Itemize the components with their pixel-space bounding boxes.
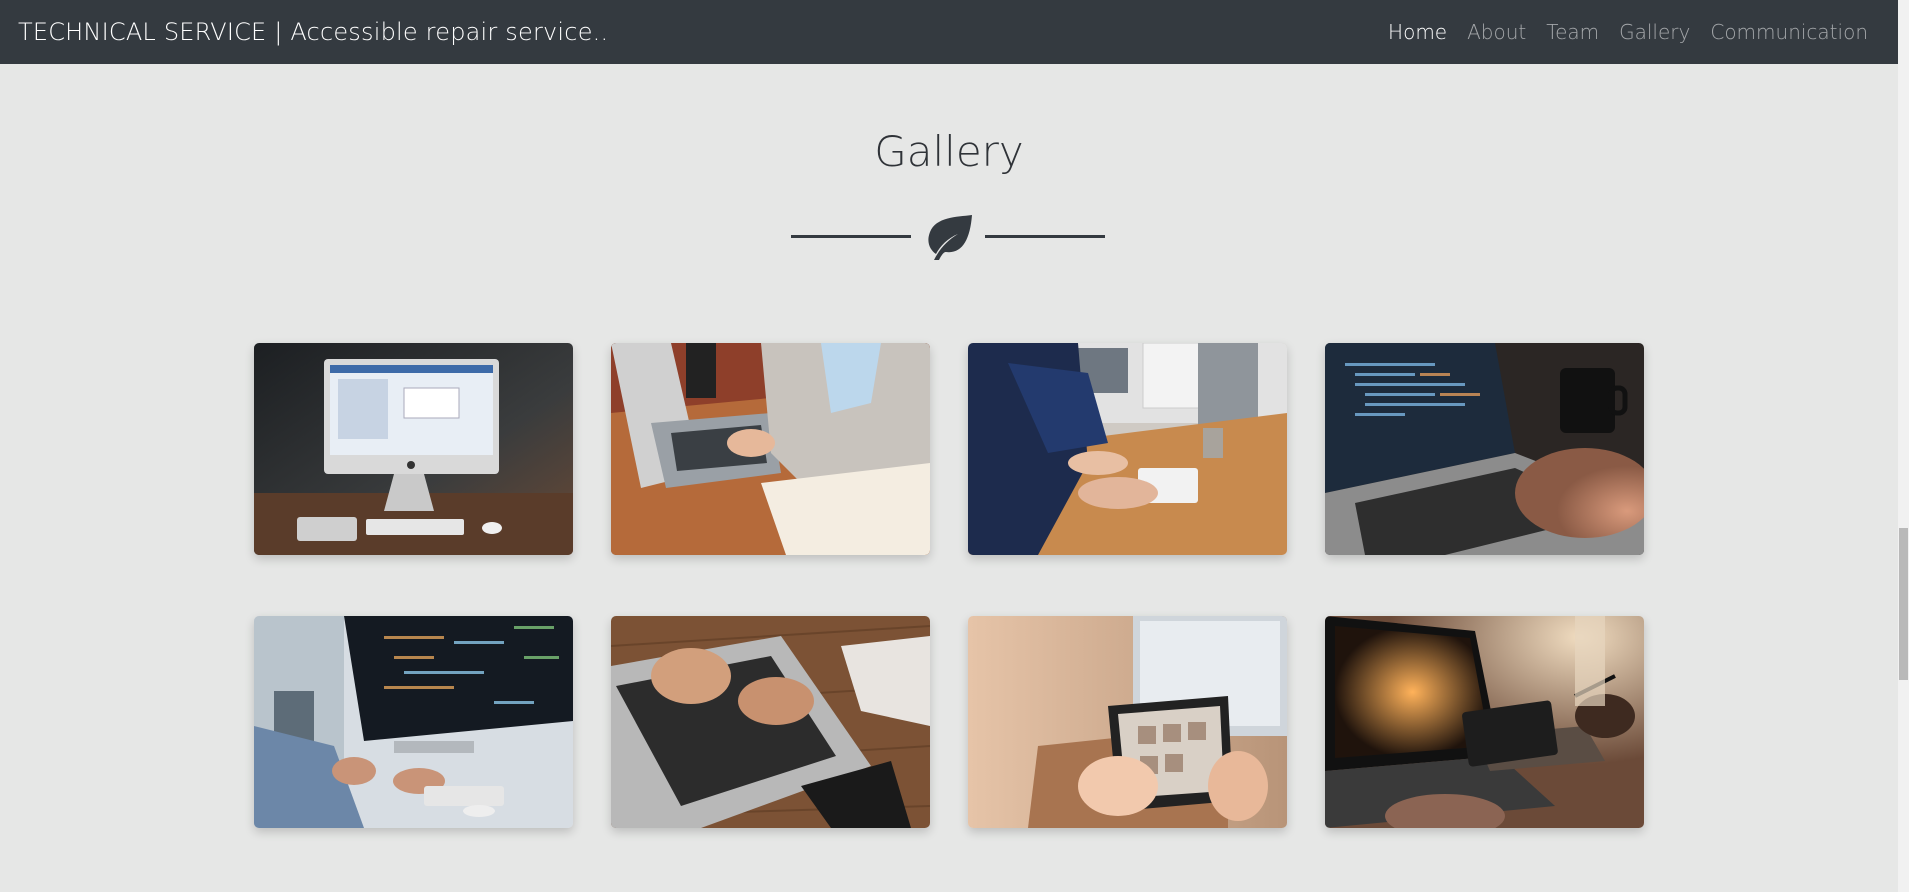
nav-link-home[interactable]: Home	[1388, 20, 1447, 44]
nav-link-about[interactable]: About	[1467, 20, 1526, 44]
divider-line-left	[791, 235, 911, 238]
top-navbar: TECHNICAL SERVICE | Accessible repair se…	[0, 0, 1898, 64]
gallery-section: Gallery	[0, 64, 1898, 892]
brand-logo-text[interactable]: TECHNICAL SERVICE | Accessible repair se…	[18, 18, 608, 46]
leaf-icon	[928, 215, 972, 260]
section-title: Gallery	[874, 127, 1024, 176]
nav-link-gallery[interactable]: Gallery	[1619, 20, 1690, 44]
gallery-image-hands-keyboard[interactable]	[611, 616, 930, 828]
page-scrollbar[interactable]	[1898, 0, 1909, 892]
nav-links: Home About Team Gallery Communication	[1368, 20, 1868, 44]
gallery-image-hands-tablet[interactable]	[968, 616, 1287, 828]
gallery-image-developer-desktop[interactable]	[254, 616, 573, 828]
nav-link-communication[interactable]: Communication	[1710, 20, 1868, 44]
scrollbar-thumb[interactable]	[1899, 528, 1908, 680]
gallery-image-office-workers[interactable]	[968, 343, 1287, 555]
gallery-image-desktop-computer[interactable]	[254, 343, 573, 555]
divider-line-right	[985, 235, 1105, 238]
nav-link-team[interactable]: Team	[1546, 20, 1599, 44]
gallery-image-laptop-drawing-tablet[interactable]	[1325, 616, 1644, 828]
gallery-image-laptop-code[interactable]	[1325, 343, 1644, 555]
gallery-image-person-typing[interactable]	[611, 343, 930, 555]
section-divider	[791, 214, 1105, 274]
